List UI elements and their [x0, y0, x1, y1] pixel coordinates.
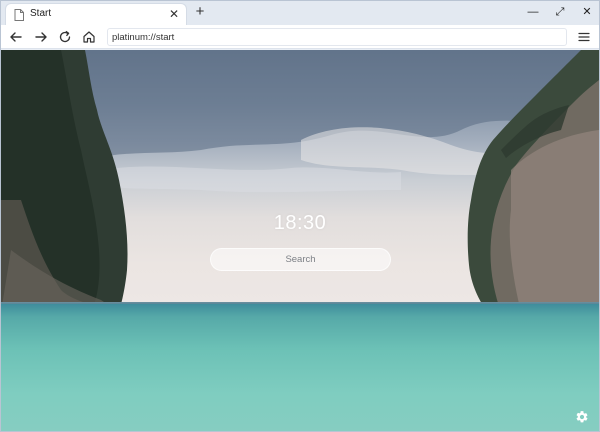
browser-window: Start ✕ + — ⤢ ✕ platinum://start 18:30 S… — [0, 0, 600, 432]
hamburger-icon — [578, 32, 590, 42]
search-input[interactable]: Search — [210, 248, 391, 271]
arrow-right-icon — [35, 32, 47, 42]
forward-button[interactable] — [32, 28, 50, 46]
menu-button[interactable] — [575, 28, 593, 46]
back-button[interactable] — [7, 28, 25, 46]
window-close-button[interactable]: ✕ — [579, 4, 595, 20]
clock: 18:30 — [273, 212, 327, 234]
page-icon — [14, 9, 24, 21]
address-bar[interactable]: platinum://start — [107, 28, 567, 46]
reload-icon — [59, 30, 71, 43]
gear-icon[interactable] — [575, 410, 589, 424]
reload-button[interactable] — [56, 28, 74, 46]
arrow-left-icon — [10, 32, 22, 42]
maximize-button[interactable]: ⤢ — [552, 4, 568, 20]
minimize-button[interactable]: — — [525, 4, 541, 20]
tab-strip: Start ✕ + — ⤢ ✕ — [1, 1, 599, 25]
home-button[interactable] — [80, 28, 98, 46]
home-icon — [83, 31, 95, 43]
toolbar: platinum://start — [1, 25, 599, 49]
tab-title: Start — [30, 8, 52, 19]
tab-close-icon[interactable]: ✕ — [167, 7, 181, 21]
tab-start[interactable]: Start ✕ — [5, 3, 187, 25]
new-tab-button[interactable]: + — [193, 4, 207, 20]
background-sea — [1, 304, 599, 431]
start-page: 18:30 Search — [1, 50, 599, 431]
